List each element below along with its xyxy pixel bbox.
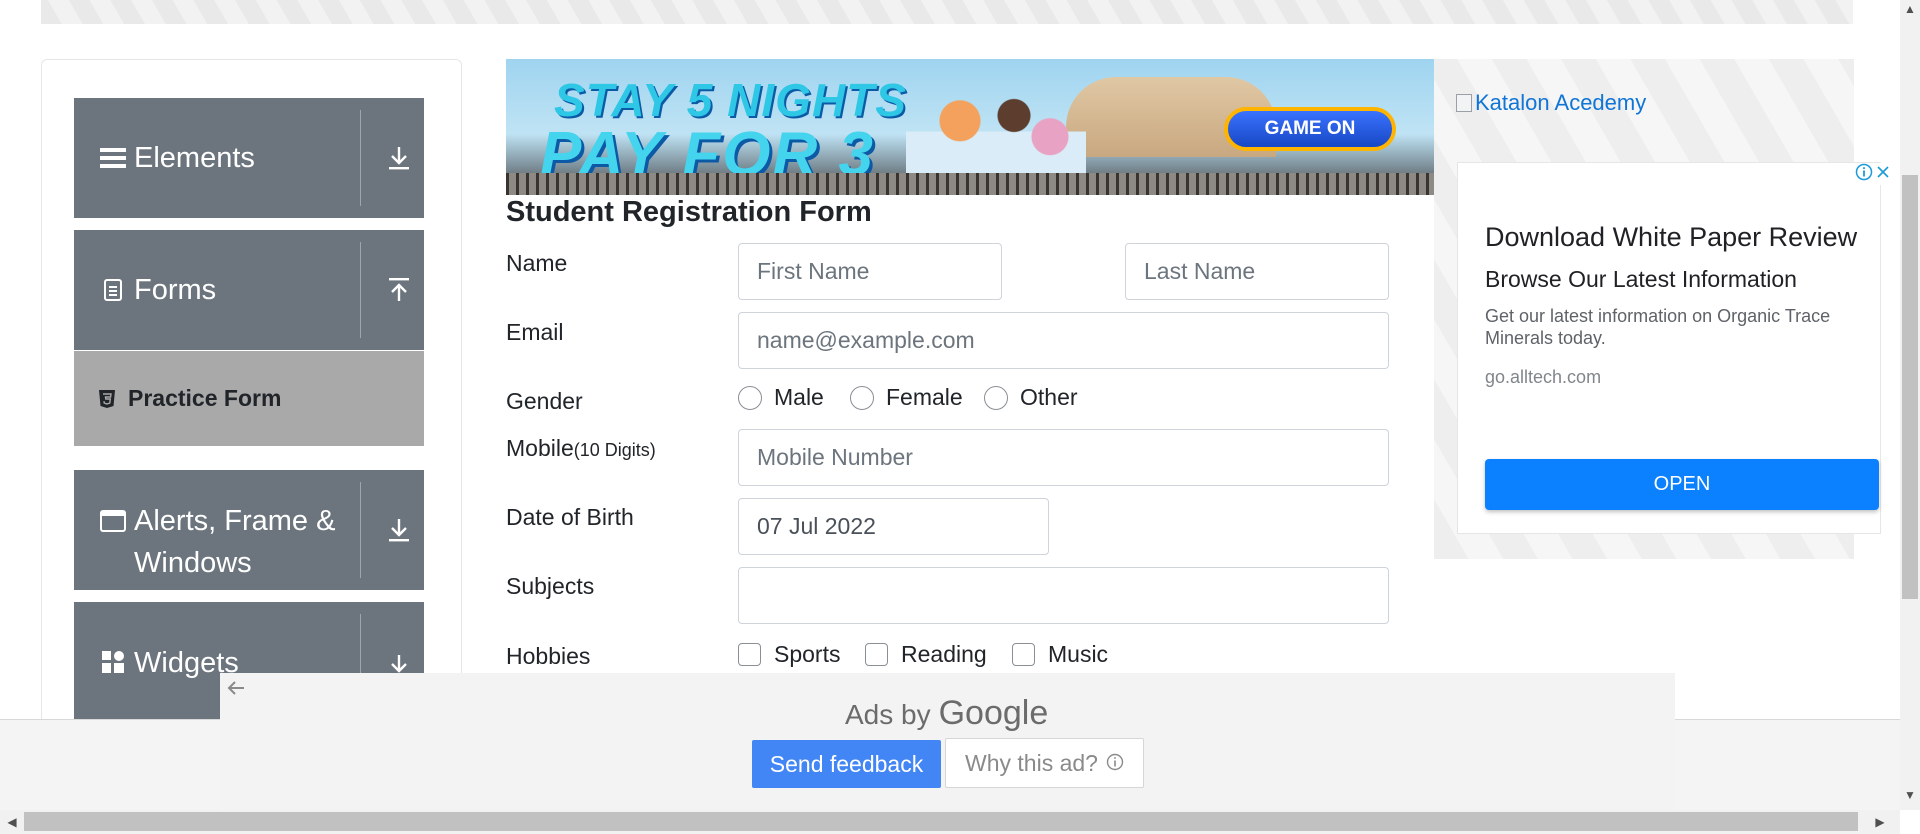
ads-by-google: Ads by Google	[845, 694, 1048, 733]
why-this-ad-button[interactable]: Why this ad?	[945, 738, 1144, 788]
mobile-input[interactable]: Mobile Number	[738, 429, 1389, 486]
katalon-ad-image-link[interactable]: Katalon Acedemy	[1456, 90, 1646, 116]
html5-icon	[98, 389, 118, 409]
divider	[360, 242, 361, 338]
radio-label: Other	[1020, 384, 1078, 410]
radio-button[interactable]	[738, 385, 762, 410]
sidebar-group-title: Elements	[134, 142, 255, 174]
document-icon	[98, 278, 128, 302]
gender-label: Gender	[506, 388, 583, 414]
hobby-option-music[interactable]: Music	[1012, 641, 1108, 668]
gender-option-male[interactable]: Male	[738, 384, 824, 411]
hobby-option-sports[interactable]: Sports	[738, 641, 840, 668]
horizontal-scrollbar-thumb[interactable]	[24, 812, 1858, 831]
info-icon[interactable]	[1855, 163, 1873, 186]
name-label: Name	[506, 250, 568, 276]
title-line-1: Alerts, Frame &	[134, 505, 336, 537]
first-name-input[interactable]: First Name	[738, 243, 1002, 300]
date-of-birth-input[interactable]: 07 Jul 2022	[738, 498, 1049, 555]
info-icon	[1106, 750, 1124, 777]
subjects-input[interactable]	[738, 567, 1389, 624]
promo-banner[interactable]: STAY 5 NIGHTS PAY FOR 3 GAME ON	[506, 59, 1434, 195]
window-icon	[98, 510, 128, 532]
scroll-down-arrow-icon[interactable]: ▼	[1900, 786, 1920, 804]
sidebar-group-elements[interactable]: Elements	[74, 98, 424, 218]
radio-button[interactable]	[984, 385, 1008, 410]
railing-graphic	[506, 173, 1434, 195]
sidebar-group-alerts[interactable]: Alerts, Frame & Windows	[74, 470, 424, 590]
sidebar-item-practice-form[interactable]: Practice Form	[74, 351, 424, 446]
ad-subheadline: Browse Our Latest Information	[1485, 266, 1797, 292]
checkbox-label: Music	[1048, 641, 1109, 667]
checkbox-label: Reading	[901, 641, 987, 667]
widgets-icon	[98, 650, 128, 674]
close-icon[interactable]	[1876, 163, 1890, 186]
radio-label: Male	[774, 384, 824, 410]
checkbox[interactable]	[1012, 643, 1035, 666]
mobile-label-text: Mobile	[506, 435, 574, 461]
scroll-right-arrow-icon[interactable]: ▶	[1870, 812, 1890, 832]
divider	[360, 482, 361, 578]
divider	[360, 110, 361, 206]
mobile-hint: (10 Digits)	[573, 440, 656, 460]
checkbox-label: Sports	[774, 641, 841, 667]
ad-body-text: Get our latest information on Organic Tr…	[1485, 306, 1831, 348]
why-this-ad-label: Why this ad?	[965, 749, 1098, 776]
checkbox[interactable]	[865, 643, 888, 666]
google-logo: Google	[938, 694, 1049, 732]
hamburger-icon	[98, 146, 128, 170]
hobby-option-reading[interactable]: Reading	[865, 641, 987, 668]
back-arrow-icon[interactable]	[226, 679, 246, 702]
email-label: Email	[506, 319, 564, 345]
upload-arrow-icon[interactable]	[374, 230, 424, 350]
top-decorative-strip	[41, 0, 1853, 24]
radio-label: Female	[886, 384, 963, 410]
ad-url[interactable]: go.alltech.com	[1485, 367, 1601, 388]
download-arrow-icon[interactable]	[374, 470, 424, 590]
adchoices-badge[interactable]	[1855, 163, 1897, 185]
image-alt-text: Katalon Acedemy	[1475, 90, 1647, 115]
ads-by-text: Ads by	[845, 699, 931, 730]
ad-headline[interactable]: Download White Paper Review	[1485, 222, 1857, 253]
page-title: Student Registration Form	[506, 196, 872, 228]
ad-open-button[interactable]: OPEN	[1485, 459, 1879, 510]
sidebar-group-title: Forms	[134, 274, 217, 306]
broken-image-icon	[1456, 94, 1472, 112]
radio-button[interactable]	[850, 385, 874, 410]
gender-option-other[interactable]: Other	[984, 384, 1078, 411]
subjects-label: Subjects	[506, 573, 595, 599]
game-on-button[interactable]: GAME ON	[1224, 107, 1396, 151]
hobbies-label: Hobbies	[506, 643, 591, 669]
scroll-left-arrow-icon[interactable]: ◀	[2, 812, 22, 832]
sidebar-group-title: Alerts, Frame & Windows	[134, 500, 335, 584]
mobile-label: Mobile(10 Digits)	[506, 435, 656, 462]
download-arrow-icon[interactable]	[374, 98, 424, 218]
vertical-scrollbar-thumb[interactable]	[1902, 175, 1918, 599]
last-name-input[interactable]: Last Name	[1125, 243, 1389, 300]
send-feedback-button[interactable]: Send feedback	[752, 740, 941, 788]
scroll-up-arrow-icon[interactable]: ▲	[1900, 0, 1920, 18]
email-input[interactable]: name@example.com	[738, 312, 1389, 369]
gender-option-female[interactable]: Female	[850, 384, 963, 411]
sidebar-item-label: Practice Form	[128, 385, 282, 411]
sidebar-group-forms[interactable]: Forms	[74, 230, 424, 350]
title-line-2: Windows	[134, 547, 252, 579]
checkbox[interactable]	[738, 643, 761, 666]
dob-label: Date of Birth	[506, 504, 634, 530]
